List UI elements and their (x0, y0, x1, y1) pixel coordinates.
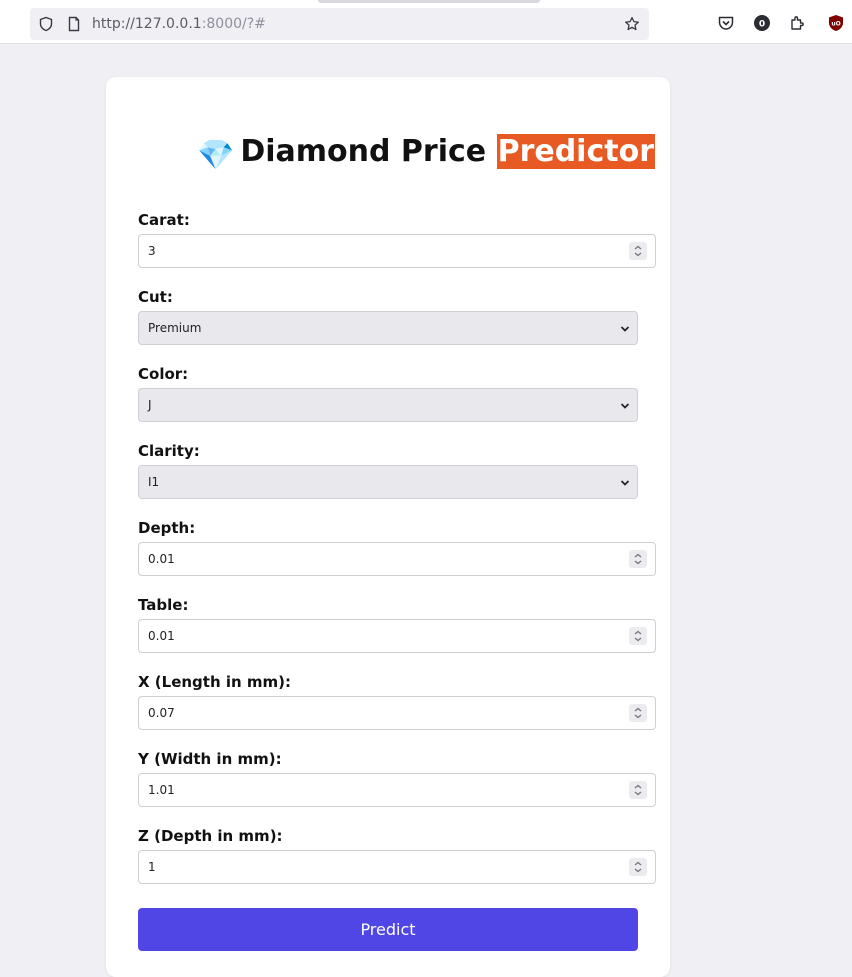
carat-input[interactable]: 3 (138, 234, 656, 268)
chevron-down-icon (620, 403, 630, 409)
chevron-down-icon (620, 480, 630, 486)
x-length-label: X (Length in mm): (138, 673, 292, 691)
depth-spinner-icon[interactable] (629, 550, 647, 568)
x-length-input[interactable]: 0.07 (138, 696, 656, 730)
z-depth-label: Z (Depth in mm): (138, 827, 283, 845)
carat-value: 3 (148, 244, 156, 258)
ublock-icon[interactable]: uO (827, 14, 845, 32)
chevron-down-icon (620, 326, 630, 332)
y-width-value: 1.01 (148, 783, 175, 797)
y-width-input[interactable]: 1.01 (138, 773, 656, 807)
cut-select[interactable]: Premium (138, 311, 638, 345)
clarity-select[interactable]: I1 (138, 465, 638, 499)
cut-value: Premium (148, 321, 202, 335)
account-icon[interactable]: 0 (753, 14, 771, 32)
url-text[interactable]: http://127.0.0.1:8000/?# (92, 16, 266, 32)
z-depth-input[interactable]: 1 (138, 850, 656, 884)
clarity-value: I1 (148, 475, 160, 489)
browser-toolbar: http://127.0.0.1:8000/?# 0 uO (0, 0, 852, 44)
title-main: Diamond Price (240, 134, 497, 169)
depth-value: 0.01 (148, 552, 175, 566)
depth-input[interactable]: 0.01 (138, 542, 656, 576)
shield-icon[interactable] (38, 16, 54, 32)
table-label: Table: (138, 596, 189, 614)
y-spinner-icon[interactable] (629, 781, 647, 799)
x-length-value: 0.07 (148, 706, 175, 720)
star-icon[interactable] (624, 16, 640, 32)
url-host: http://127.0.0.1 (92, 16, 202, 32)
title-highlight: Predictor (496, 134, 655, 169)
url-path: :8000/?# (201, 16, 266, 32)
gem-icon: 💎 (197, 138, 235, 173)
address-bar[interactable]: http://127.0.0.1:8000/?# (30, 8, 649, 40)
table-spinner-icon[interactable] (629, 627, 647, 645)
color-label: Color: (138, 365, 189, 383)
page-icon (68, 16, 80, 32)
svg-text:uO: uO (831, 21, 840, 28)
carat-spinner-icon[interactable] (629, 242, 647, 260)
clarity-label: Clarity: (138, 442, 200, 460)
y-width-label: Y (Width in mm): (138, 750, 282, 768)
table-value: 0.01 (148, 629, 175, 643)
color-value: J (148, 398, 152, 412)
depth-label: Depth: (138, 519, 196, 537)
table-input[interactable]: 0.01 (138, 619, 656, 653)
x-spinner-icon[interactable] (629, 704, 647, 722)
extensions-icon[interactable] (789, 14, 807, 32)
predict-button[interactable]: Predict (138, 908, 638, 951)
cut-label: Cut: (138, 288, 173, 306)
z-spinner-icon[interactable] (629, 858, 647, 876)
active-tab-edge (318, 0, 540, 3)
page-title: 💎 Diamond Price Predictor (0, 130, 852, 178)
carat-label: Carat: (138, 211, 190, 229)
color-select[interactable]: J (138, 388, 638, 422)
pocket-icon[interactable] (717, 14, 735, 32)
z-depth-value: 1 (148, 860, 156, 874)
svg-text:0: 0 (759, 20, 765, 30)
